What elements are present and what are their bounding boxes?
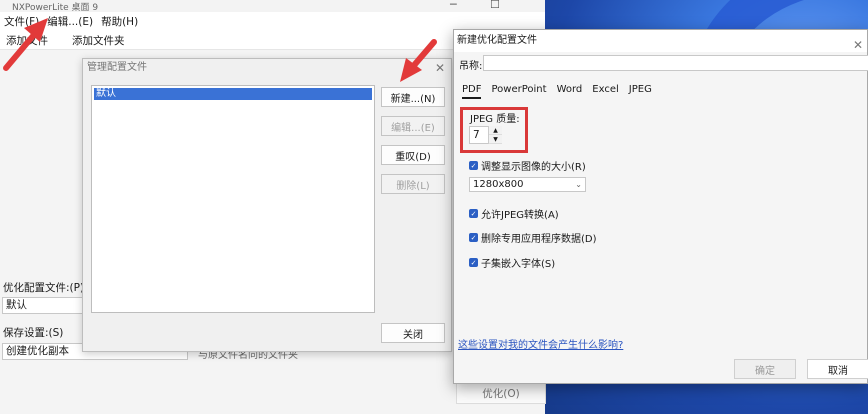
ok-button[interactable]: 确定 [734, 359, 796, 379]
add-folder-button[interactable]: 添加文件夹 [72, 33, 125, 48]
checkbox-label: 删除专用应用程序数据(D) [481, 234, 597, 245]
tab-word[interactable]: Word [557, 84, 583, 99]
check-icon: ✓ [469, 258, 478, 267]
manage-profiles-dialog: 管理配置文件 ✕ 默认 新建...(N) 编辑...(E) 重叹(D) 删除(L… [82, 58, 452, 352]
list-item[interactable]: 默认 [94, 88, 372, 100]
optimize-button[interactable]: 优化(O) [456, 382, 546, 404]
maximize-icon[interactable]: ☐ [490, 0, 500, 11]
close-button[interactable]: 关闭 [381, 323, 445, 343]
tab-powerpoint[interactable]: PowerPoint [491, 84, 546, 99]
name-label: 吊称: [459, 61, 483, 72]
check-icon: ✓ [469, 161, 478, 170]
check-icon: ✓ [469, 233, 478, 242]
jpeg-quality-label: JPEG 质量: [470, 114, 520, 125]
resolution-value: 1280x800 [473, 179, 524, 190]
menu-bar: 文件(F) 编辑...(E) 帮助(H) [0, 12, 545, 30]
remove-data-checkbox[interactable]: ✓ 删除专用应用程序数据(D) [469, 230, 597, 245]
dialog-title-text: 管理配置文件 [87, 62, 147, 73]
red-arrow-icon [400, 39, 437, 82]
subset-fonts-checkbox[interactable]: ✓ 子集嵌入字体(S) [469, 255, 555, 270]
chevron-down-icon[interactable]: ▼ [489, 135, 502, 144]
chevron-down-icon: ⌄ [575, 180, 582, 189]
reset-button[interactable]: 重叹(D) [381, 145, 445, 165]
dialog-title: 新建优化配置文件 ✕ [454, 30, 867, 52]
check-icon: ✓ [469, 209, 478, 218]
new-button[interactable]: 新建...(N) [381, 87, 445, 107]
tab-excel[interactable]: Excel [592, 84, 619, 99]
title-bar: NXPowerLite 桌面 9 ─ ☐ [0, 0, 545, 13]
checkbox-label: 允许JPEG转换(A) [481, 210, 559, 221]
resolution-select[interactable]: 1280x800 ⌄ [469, 177, 586, 192]
help-link[interactable]: 这些设置对我的文件会产生什么影响? [458, 336, 623, 351]
tab-bar: PDF PowerPoint Word Excel JPEG [462, 84, 662, 99]
save-label: 保存设置:(S) [3, 327, 64, 339]
profile-label: 优化配置文件:(P) [3, 282, 85, 294]
checkbox-label: 调整显示图像的大小(R) [481, 162, 586, 173]
delete-button[interactable]: 删除(L) [381, 174, 445, 194]
allow-jpeg-checkbox[interactable]: ✓ 允许JPEG转换(A) [469, 206, 559, 221]
minimize-icon[interactable]: ─ [450, 0, 457, 11]
dialog-title-text: 新建优化配置文件 [457, 35, 537, 46]
resize-checkbox[interactable]: ✓ 调整显示图像的大小(R) [469, 158, 586, 173]
red-arrow-icon [3, 18, 48, 71]
profile-list[interactable]: 默认 [91, 85, 375, 313]
close-icon[interactable]: ✕ [853, 34, 863, 56]
tab-jpeg[interactable]: JPEG [629, 84, 652, 99]
tab-pdf[interactable]: PDF [462, 84, 482, 99]
menu-help[interactable]: 帮助(H) [97, 14, 142, 29]
chevron-up-icon[interactable]: ▲ [489, 126, 502, 135]
edit-button[interactable]: 编辑...(E) [381, 116, 445, 136]
name-input[interactable] [483, 55, 868, 71]
stepper-arrows[interactable]: ▲ ▼ [488, 126, 502, 144]
checkbox-label: 子集嵌入字体(S) [481, 259, 556, 270]
cancel-button[interactable]: 取消 [807, 359, 868, 379]
